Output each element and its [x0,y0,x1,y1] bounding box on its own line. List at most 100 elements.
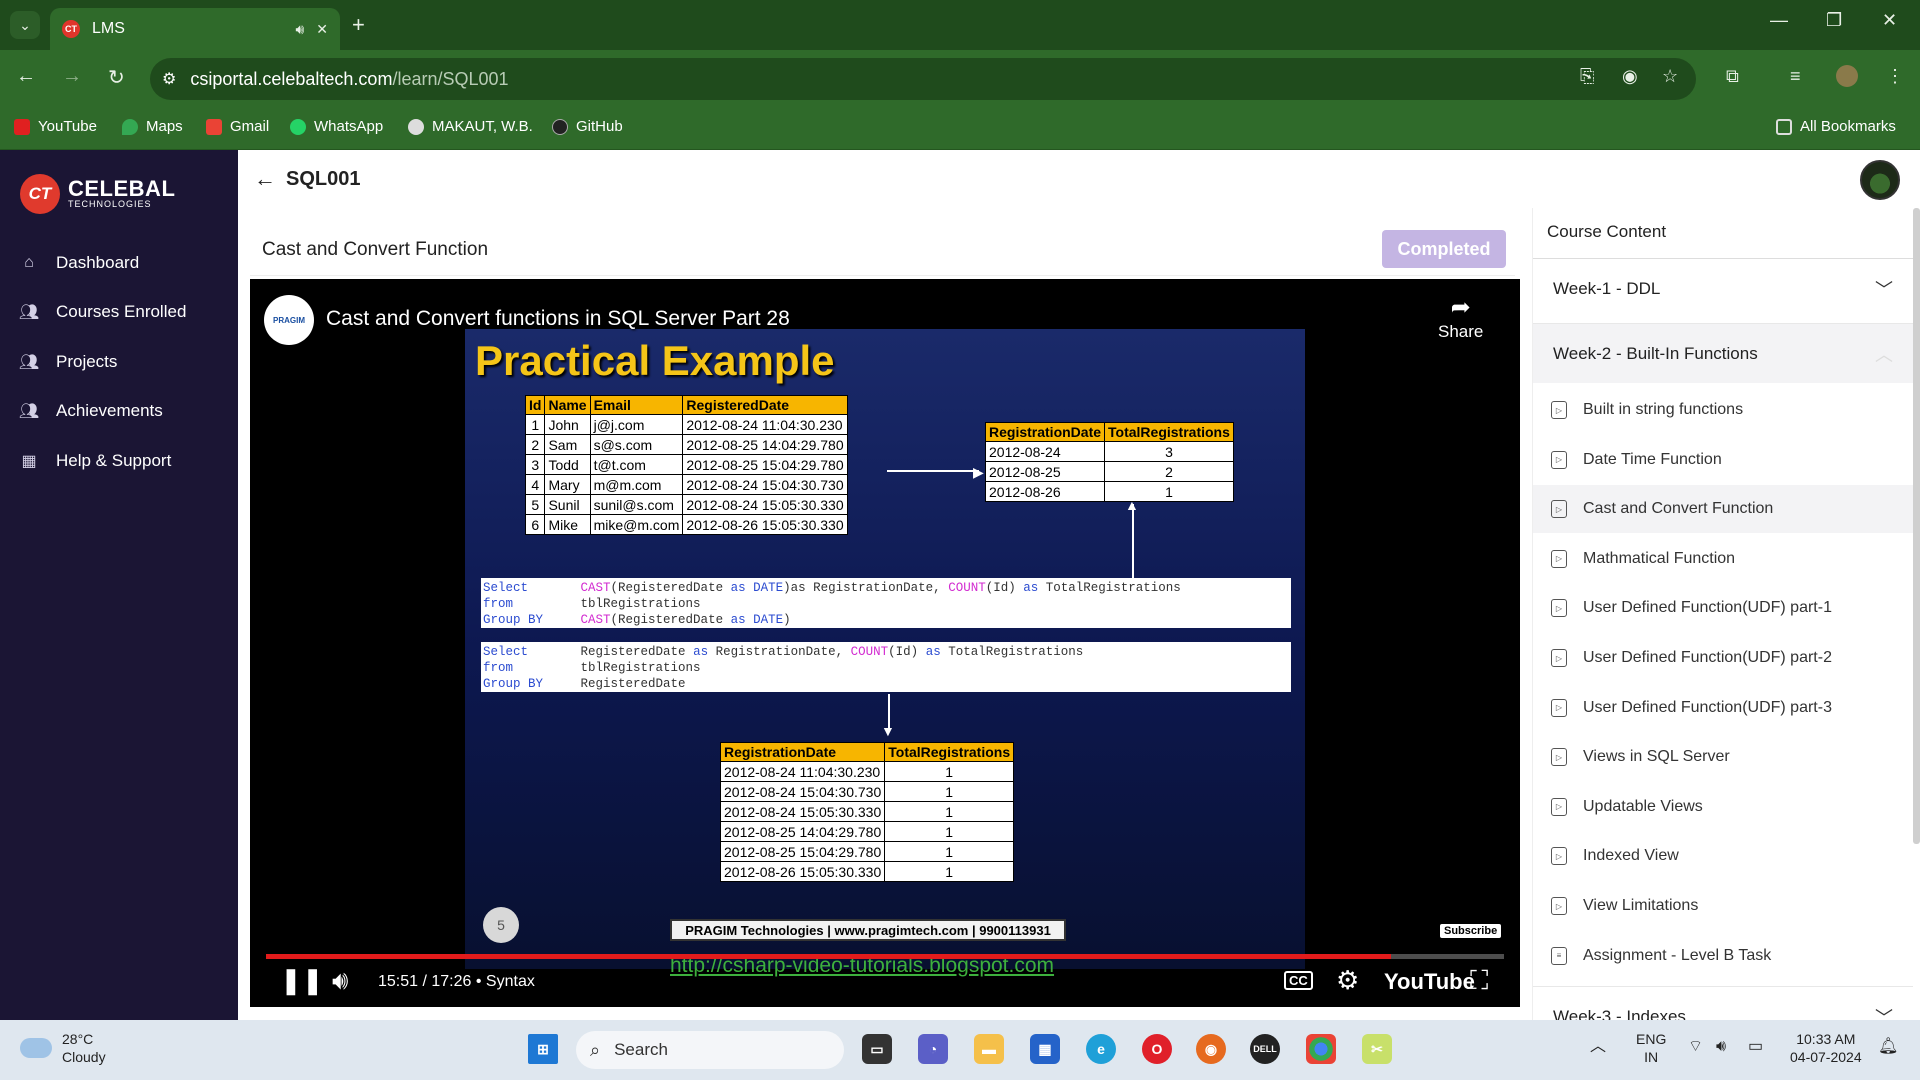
bookmark-gmail[interactable]: Gmail [206,118,269,135]
minimize-icon[interactable]: — [1770,10,1788,31]
extensions-icon[interactable]: ⧉ [1726,66,1739,87]
lesson-item[interactable]: ▷ Mathmatical Function [1533,535,1913,583]
channel-avatar[interactable]: PRAGIM [264,295,314,345]
bookmark-label: MAKAUT, W.B. [432,118,533,135]
task-view-icon[interactable]: ▭ [862,1034,892,1064]
bookmark-label: Gmail [230,118,270,135]
lesson-item[interactable]: ▷ View Limitations [1533,882,1913,930]
wifi-icon[interactable]: ⌔ [1688,1038,1703,1056]
table-cell: 2012-08-26 [984,481,1106,502]
tab-search-dropdown-icon[interactable]: ⌄ [10,11,40,39]
reload-icon[interactable]: ↻ [108,65,125,90]
sql-query-plain: Select RegisteredDate as RegistrationDat… [481,642,1291,692]
bookmark-star-icon[interactable]: ☆ [1662,66,1678,87]
video-title[interactable]: Cast and Convert functions in SQL Server… [326,307,790,331]
video-progress-bar[interactable] [266,954,1504,959]
snipping-tool-icon[interactable]: ✂ [1362,1034,1392,1064]
close-tab-icon[interactable]: ✕ [316,21,328,38]
share-button[interactable]: ➦ Share [1438,293,1483,342]
url-bar[interactable]: ⚙ csiportal.celebaltech.com/learn/SQL001 [150,58,1696,100]
video-chapter[interactable]: Syntax [486,973,535,991]
chat-icon[interactable]: ◔ [918,1034,948,1064]
lesson-label: User Defined Function(UDF) part-1 [1583,599,1832,617]
site-info-icon[interactable]: ⚙ [162,69,176,89]
bookmark-youtube[interactable]: YouTube [14,118,97,135]
notification-bell-icon[interactable]: 🔔︎ [1878,1038,1898,1056]
week-1-accordion[interactable]: Week-1 - DDL ﹀ [1533,258,1913,318]
dell-icon[interactable]: DELL [1250,1034,1280,1064]
restore-icon[interactable]: ❐ [1826,10,1842,31]
back-icon[interactable]: ← [16,65,36,88]
opera-icon[interactable]: O [1142,1034,1172,1064]
file-explorer-icon[interactable]: ▬ [974,1034,1004,1064]
celebal-logo[interactable]: CT CELEBAL TECHNOLOGIES [20,174,175,214]
browser-tab[interactable]: CT LMS 🔊︎ ✕ [50,8,340,50]
clock[interactable]: 10:33 AM 04-07-2024 [1790,1030,1862,1066]
sidebar-item-achievements[interactable]: 👥︎ Achievements [19,401,163,421]
table-cell: Sam [544,434,591,455]
volume-icon[interactable]: 🔊︎ [332,965,348,997]
media-control-icon[interactable]: ≡ [1790,66,1801,87]
youtube-logo-icon[interactable]: YouTube [1384,969,1475,995]
taskbar-search[interactable]: ⌕ Search [576,1031,844,1069]
chrome-icon[interactable] [1306,1034,1336,1064]
sidebar-item-projects[interactable]: 👥︎ Projects [18,352,118,372]
arrowhead-up-icon: ▲ [1125,497,1139,513]
volume-tray-icon[interactable]: 🔊︎ [1716,1038,1726,1056]
lesson-item[interactable]: ▷ Date Time Function [1533,436,1913,484]
fullscreen-icon[interactable]: ⛶ [1470,965,1488,997]
profile-avatar-icon[interactable] [1836,65,1858,87]
start-windows-icon[interactable]: ⊞ [528,1034,558,1064]
install-app-icon[interactable]: ⎘ [1580,66,1594,87]
weather-widget[interactable]: 28°C Cloudy [20,1030,106,1066]
people-icon: 👥︎ [18,354,40,371]
store-icon[interactable]: ▦ [1030,1034,1060,1064]
all-bookmarks-label: All Bookmarks [1800,118,1896,135]
edge-icon[interactable]: e [1086,1034,1116,1064]
battery-icon[interactable]: ▭ [1748,1038,1763,1056]
lesson-item[interactable]: ▷ Updatable Views [1533,783,1913,831]
video-player[interactable]: Practical Example Id Name Email RegisteredD… [250,279,1520,1007]
completed-button[interactable]: Completed [1382,230,1506,268]
close-window-icon[interactable]: ✕ [1882,10,1897,31]
language-indicator[interactable]: ENG IN [1636,1030,1666,1066]
lesson-item[interactable]: ▷ User Defined Function(UDF) part-1 [1533,584,1913,632]
new-tab-button[interactable]: + [352,12,365,38]
speaker-icon[interactable]: 🔊︎ [295,21,304,38]
bookmark-github[interactable]: GitHub [552,118,623,135]
back-arrow-icon[interactable]: ← [254,166,276,192]
settings-gear-icon[interactable]: ⚙ [1336,965,1359,996]
bookmark-whatsapp[interactable]: WhatsApp [290,118,383,135]
lesson-item[interactable]: ≡ Assignment - Level B Task [1533,932,1913,980]
lesson-item[interactable]: ▷ Built in string functions [1533,386,1913,434]
bookmark-maps[interactable]: Maps [122,118,183,135]
lesson-item[interactable]: ▷ Views in SQL Server [1533,733,1913,781]
lesson-item[interactable]: ▷ User Defined Function(UDF) part-2 [1533,634,1913,682]
bookmark-makaut[interactable]: MAKAUT, W.B. [408,118,533,135]
captions-icon[interactable]: CC [1284,971,1313,990]
user-avatar[interactable] [1860,160,1900,200]
panel-scrollbar[interactable] [1913,208,1920,844]
show-hidden-icons-icon[interactable]: ︿ [1590,1038,1606,1056]
subscribe-badge[interactable]: Subscribe [1440,924,1502,938]
sidebar-item-courses-enrolled[interactable]: 👥︎ Courses Enrolled [19,302,187,322]
lesson-label: Cast and Convert Function [1583,500,1774,518]
browser-tab-bar: ⌄ CT LMS 🔊︎ ✕ + — ❐ ✕ [0,0,1920,50]
tracking-eye-icon[interactable]: ◉ [1622,66,1638,87]
all-bookmarks[interactable]: All Bookmarks [1776,118,1896,135]
table-row: 4 Mary m@m.com 2012-08-24 15:04:30.730 [524,474,848,495]
firefox-icon[interactable]: ◉ [1196,1034,1226,1064]
bookmark-label: WhatsApp [314,118,384,135]
video-play-icon: ▷ [1551,748,1567,767]
sidebar-item-dashboard[interactable]: ⌂ Dashboard [20,253,139,273]
menu-kebab-icon[interactable]: ⋮ [1886,66,1904,87]
arrowhead-right-icon: ▶ [973,464,984,480]
lesson-item[interactable]: ▷ Cast and Convert Function [1533,485,1913,534]
sidebar-item-help-support[interactable]: ▦ Help & Support [20,451,171,471]
week-2-accordion[interactable]: Week-2 - Built-In Functions ︿ [1533,323,1913,383]
lesson-item[interactable]: ▷ User Defined Function(UDF) part-3 [1533,684,1913,732]
lesson-item[interactable]: ▷ Indexed View [1533,832,1913,880]
forward-icon[interactable]: → [62,65,82,88]
clock-time: 10:33 AM [1796,1031,1856,1047]
pause-icon[interactable]: ❚❚ [280,965,324,996]
